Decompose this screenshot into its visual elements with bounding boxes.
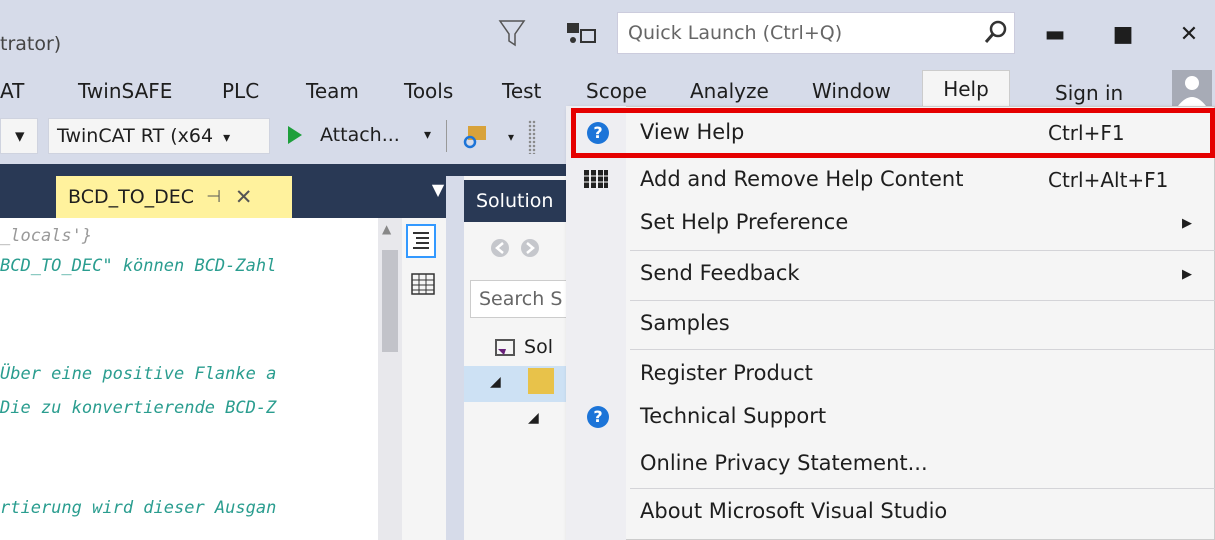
menu-item-technical-support[interactable]: Technical Support	[640, 404, 826, 428]
menu-window[interactable]: Window	[812, 76, 891, 106]
scrollbar-thumb[interactable]	[382, 250, 398, 352]
menu-separator	[630, 349, 1215, 350]
menu-item-register-product[interactable]: Register Product	[640, 361, 813, 385]
minimize-button[interactable]: ▬	[1040, 22, 1070, 48]
solution-explorer-title: Solution	[464, 180, 574, 222]
question-icon: ?	[587, 406, 609, 428]
code-editor[interactable]: _locals'} BCD_TO_DEC" können BCD-Zahl Üb…	[0, 218, 378, 540]
solution-icon	[495, 338, 515, 356]
scroll-up-icon[interactable]: ▲	[382, 222, 391, 236]
close-tab-icon[interactable]: ✕	[235, 185, 253, 209]
tab-bcd-to-dec[interactable]: BCD_TO_DEC ⊣ ✕	[56, 176, 292, 218]
menu-item-samples[interactable]: Samples	[640, 311, 730, 335]
editor-view-switcher	[402, 218, 446, 540]
code-line: Über eine positive Flanke a	[0, 364, 277, 384]
menu-plc[interactable]: PLC	[222, 76, 259, 106]
table-view-icon[interactable]	[410, 272, 436, 296]
pin-icon[interactable]: ⊣	[206, 187, 221, 207]
solution-node-label: Sol	[524, 336, 554, 358]
navigation-buttons	[488, 236, 548, 264]
menu-separator	[630, 300, 1215, 301]
menu-item-send-feedback[interactable]: Send Feedback	[640, 261, 800, 285]
sign-in-link[interactable]: Sign in	[1055, 78, 1123, 108]
menu-team[interactable]: Team	[306, 76, 359, 106]
config-dropdown[interactable]: ▾	[0, 118, 38, 154]
panel-gap	[446, 176, 464, 540]
menu-bar: AT TwinSAFE PLC Team Tools Test Scope An…	[0, 70, 1215, 108]
menu-twinsafe[interactable]: TwinSAFE	[78, 76, 172, 106]
menu-item-about-visual-studio[interactable]: About Microsoft Visual Studio	[640, 499, 947, 523]
menu-help[interactable]: Help	[922, 70, 1010, 108]
search-icon[interactable]	[978, 15, 1014, 51]
toolbar-grip[interactable]	[528, 120, 536, 154]
tab-list-dropdown-icon[interactable]: ▼	[428, 180, 448, 208]
user-icon	[1178, 76, 1206, 106]
menu-separator	[630, 488, 1215, 489]
target-platform-combo[interactable]: TwinCAT RT (x64 ▾	[48, 118, 270, 154]
title-bar	[0, 0, 1215, 70]
expand-arrow-icon[interactable]: ◢	[490, 374, 501, 390]
feedback-icon[interactable]	[565, 20, 597, 48]
menu-analyze[interactable]: Analyze	[690, 76, 769, 106]
text-view-icon[interactable]	[406, 224, 436, 258]
menu-twincat[interactable]: AT	[0, 76, 24, 106]
library-icon	[583, 168, 609, 190]
submenu-arrow-icon: ▶	[1182, 216, 1192, 231]
menu-tools[interactable]: Tools	[404, 76, 453, 106]
menu-scope[interactable]: Scope	[586, 76, 647, 106]
toolbar-separator	[446, 120, 447, 152]
highlight-box	[571, 108, 1215, 158]
code-line: BCD_TO_DEC" können BCD-Zahl	[0, 256, 277, 276]
code-line: Die zu konvertierende BCD-Z	[0, 398, 277, 418]
shortcut-add-remove-help: Ctrl+Alt+F1	[1048, 168, 1169, 192]
play-icon[interactable]	[288, 126, 302, 144]
back-icon	[491, 239, 509, 257]
tree-row-selected[interactable]	[464, 366, 574, 402]
folder-search-icon[interactable]	[460, 122, 490, 150]
forward-icon	[521, 239, 539, 257]
menu-item-add-remove-help-content[interactable]: Add and Remove Help Content	[640, 167, 963, 191]
solution-search-input[interactable]: Search S	[470, 280, 574, 318]
chevron-down-icon: ▾	[223, 130, 231, 146]
solution-node[interactable]: Sol	[494, 336, 553, 359]
expand-arrow-icon[interactable]: ◢	[528, 410, 539, 426]
target-platform-value: TwinCAT RT (x64	[57, 125, 214, 147]
code-line: _locals'}	[0, 226, 93, 246]
menu-item-online-privacy-statement[interactable]: Online Privacy Statement...	[640, 451, 928, 475]
avatar[interactable]	[1172, 70, 1212, 106]
submenu-arrow-icon: ▶	[1182, 267, 1192, 282]
tab-label: BCD_TO_DEC	[68, 186, 195, 208]
attach-dropdown-arrow[interactable]: ▾	[424, 118, 431, 152]
window-title: trator)	[0, 33, 62, 55]
project-icon	[528, 368, 554, 394]
quick-launch-box[interactable]: Quick Launch (Ctrl+Q)	[617, 12, 1015, 54]
close-button[interactable]: ✕	[1174, 22, 1204, 48]
code-line: rtierung wird dieser Ausgan	[0, 498, 277, 518]
menu-separator	[630, 250, 1215, 251]
attach-button[interactable]: Attach...	[320, 118, 400, 152]
toolbar-overflow-icon[interactable]: ▾	[508, 130, 514, 144]
maximize-button[interactable]: ■	[1108, 22, 1138, 48]
quick-launch-placeholder[interactable]: Quick Launch (Ctrl+Q)	[628, 22, 978, 44]
menu-item-set-help-preference[interactable]: Set Help Preference	[640, 210, 848, 234]
menu-test[interactable]: Test	[502, 76, 541, 106]
notification-filter-icon[interactable]	[498, 18, 526, 48]
